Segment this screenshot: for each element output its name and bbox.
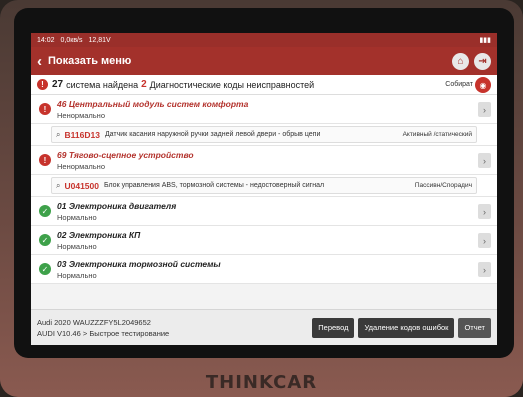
status-voltage: 12,81V bbox=[88, 36, 111, 44]
systems-text: система найдена bbox=[66, 79, 139, 90]
status-speed: 0,0кв/s bbox=[60, 36, 83, 44]
chevron-right-icon[interactable]: › bbox=[478, 102, 491, 117]
battery-icon: ▮▮▮ bbox=[479, 37, 491, 44]
status-time: 14:02 bbox=[37, 36, 55, 44]
dtc-text: Диагностические коды неисправностей bbox=[149, 79, 315, 90]
dtc-description: Блок управления ABS, тормозной системы -… bbox=[104, 182, 325, 189]
chevron-right-icon[interactable]: › bbox=[478, 153, 491, 168]
chevron-right-icon[interactable]: › bbox=[478, 204, 491, 219]
home-icon[interactable]: ⌂ bbox=[452, 52, 469, 70]
brand-logo: THINKCAR bbox=[205, 372, 318, 393]
collect-label: Собират bbox=[445, 81, 473, 88]
system-name: 02 Электроника КП bbox=[57, 230, 141, 240]
collect-button[interactable]: Собират ◉ bbox=[445, 77, 491, 93]
system-state: Нормально bbox=[57, 242, 97, 251]
check-icon: ✓ bbox=[39, 263, 51, 275]
search-icon: ⌕ bbox=[56, 180, 61, 190]
system-name: 03 Электроника тормозной системы bbox=[57, 259, 221, 269]
page-title: Показать меню bbox=[48, 55, 132, 67]
dtc-row[interactable]: ⌕ U041500 Блок управления ABS, тормозной… bbox=[51, 177, 477, 194]
check-icon: ✓ bbox=[39, 205, 51, 217]
system-name: 01 Электроника двигателя bbox=[57, 201, 177, 211]
system-state: Ненормально bbox=[57, 162, 105, 171]
list-item[interactable]: ✓ 03 Электроника тормозной системы Норма… bbox=[31, 255, 497, 284]
dtc-code: U041500 bbox=[64, 180, 99, 191]
error-icon: ! bbox=[39, 103, 51, 115]
vehicle-info: Audi 2020 WAUZZZFY5L2049652 AUDI V10.46 … bbox=[37, 317, 169, 339]
system-name: 69 Тягово-сцепное устройство bbox=[57, 150, 194, 160]
chevron-right-icon[interactable]: › bbox=[478, 262, 491, 277]
screen: 14:02 0,0кв/s 12,81V ▮▮▮ ‹ Показать меню… bbox=[31, 33, 497, 345]
clear-codes-button[interactable]: Удаление кодов ошибок bbox=[358, 317, 455, 338]
list-item[interactable]: ✓ 01 Электроника двигателя Нормально › bbox=[31, 197, 497, 226]
systems-count: 27 bbox=[52, 79, 64, 90]
list-item[interactable]: ! 46 Центральный модуль систем комфорта … bbox=[31, 95, 497, 124]
dtc-description: Датчик касания наружной ручки задней лев… bbox=[104, 131, 321, 138]
dtc-status: Пассивн/Спорадич bbox=[414, 182, 472, 189]
camera-icon[interactable]: ◉ bbox=[475, 77, 491, 93]
check-icon: ✓ bbox=[39, 234, 51, 246]
diagnostic-summary: ! 27 система найдена 2 Диагностические к… bbox=[31, 75, 497, 95]
status-bar: 14:02 0,0кв/s 12,81V ▮▮▮ bbox=[31, 33, 497, 47]
exit-icon[interactable]: ⇥ bbox=[474, 52, 491, 70]
dtc-code: B116D13 bbox=[64, 129, 100, 140]
system-state: Нормально bbox=[57, 271, 97, 280]
footer: Audi 2020 WAUZZZFY5L2049652 AUDI V10.46 … bbox=[31, 309, 497, 345]
software-path: AUDI V10.46 > Быстрое тестирование bbox=[37, 328, 170, 338]
system-list: ! 46 Центральный модуль систем комфорта … bbox=[31, 95, 497, 284]
chevron-left-icon[interactable]: ‹ bbox=[37, 53, 42, 70]
dtc-row[interactable]: ⌕ B116D13 Датчик касания наружной ручки … bbox=[51, 126, 477, 143]
report-button[interactable]: Отчет bbox=[458, 317, 491, 338]
chevron-right-icon[interactable]: › bbox=[478, 233, 491, 248]
system-state: Ненормально bbox=[57, 111, 105, 120]
title-bar: ‹ Показать меню ⌂ ⇥ bbox=[31, 47, 497, 75]
dtc-count: 2 bbox=[141, 79, 147, 90]
list-item[interactable]: ! 69 Тягово-сцепное устройство Ненормаль… bbox=[31, 146, 497, 175]
system-state: Нормально bbox=[57, 213, 97, 222]
alert-icon: ! bbox=[37, 79, 48, 90]
system-name: 46 Центральный модуль систем комфорта bbox=[57, 99, 249, 109]
list-item[interactable]: ✓ 02 Электроника КП Нормально › bbox=[31, 226, 497, 255]
error-icon: ! bbox=[39, 154, 51, 166]
search-icon: ⌕ bbox=[56, 129, 61, 139]
dtc-status: Активный /статический bbox=[402, 131, 472, 138]
translate-button[interactable]: Перевод bbox=[312, 317, 355, 338]
vehicle-vin: Audi 2020 WAUZZZFY5L2049652 bbox=[37, 317, 151, 327]
